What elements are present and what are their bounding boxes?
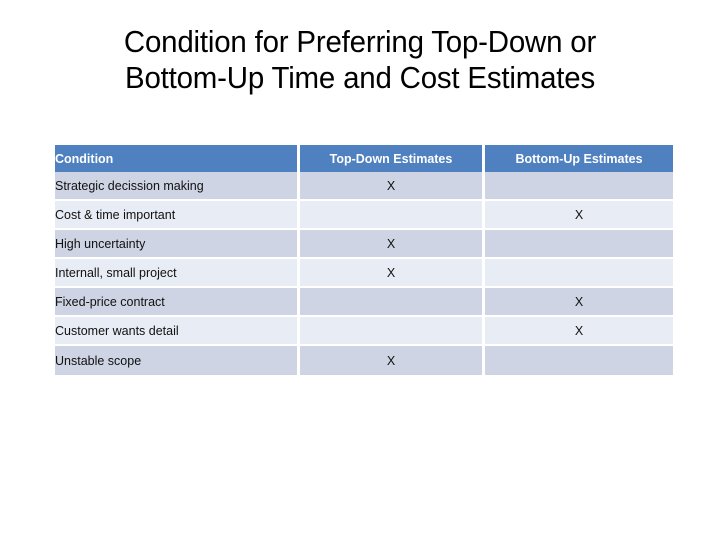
table-row: Internall, small project X (55, 259, 673, 288)
table-row: Fixed-price contract X (55, 288, 673, 317)
table-row: Cost & time important X (55, 201, 673, 230)
cell-bottom-up-mark (485, 259, 673, 288)
table-header: Condition Top-Down Estimates Bottom-Up E… (55, 145, 673, 172)
cell-top-down-mark: X (300, 230, 485, 259)
estimates-table: Condition Top-Down Estimates Bottom-Up E… (55, 145, 673, 375)
cell-bottom-up-mark (485, 172, 673, 201)
cell-condition: High uncertainty (55, 230, 300, 259)
column-header-bottom-up: Bottom-Up Estimates (485, 145, 673, 172)
cell-top-down-mark: X (300, 346, 485, 375)
table-row: High uncertainty X (55, 230, 673, 259)
cell-top-down-mark: X (300, 259, 485, 288)
page-title-line-1: Condition for Preferring Top-Down or (123, 24, 597, 59)
table-row: Unstable scope X (55, 346, 673, 375)
cell-condition: Unstable scope (55, 346, 300, 375)
cell-top-down-mark (300, 317, 485, 346)
estimates-table-container: Condition Top-Down Estimates Bottom-Up E… (55, 145, 673, 375)
cell-bottom-up-mark (485, 230, 673, 259)
table-header-row: Condition Top-Down Estimates Bottom-Up E… (55, 145, 673, 172)
cell-top-down-mark: X (300, 172, 485, 201)
cell-top-down-mark (300, 201, 485, 230)
table-row: Customer wants detail X (55, 317, 673, 346)
cell-bottom-up-mark: X (485, 288, 673, 317)
cell-condition: Fixed-price contract (55, 288, 300, 317)
cell-condition: Strategic decission making (55, 172, 300, 201)
cell-bottom-up-mark (485, 346, 673, 375)
table-row: Strategic decission making X (55, 172, 673, 201)
column-header-top-down: Top-Down Estimates (300, 145, 485, 172)
column-header-condition: Condition (55, 145, 300, 172)
cell-condition: Internall, small project (55, 259, 300, 288)
cell-condition: Cost & time important (55, 201, 300, 230)
page-title-line-2: Bottom-Up Time and Cost Estimates (124, 60, 596, 95)
cell-bottom-up-mark: X (485, 317, 673, 346)
cell-bottom-up-mark: X (485, 201, 673, 230)
cell-condition: Customer wants detail (55, 317, 300, 346)
table-body: Strategic decission making X Cost & time i… (55, 172, 673, 375)
cell-top-down-mark (300, 288, 485, 317)
page-title: Condition for Preferring Top-Down or Bot… (45, 24, 676, 96)
